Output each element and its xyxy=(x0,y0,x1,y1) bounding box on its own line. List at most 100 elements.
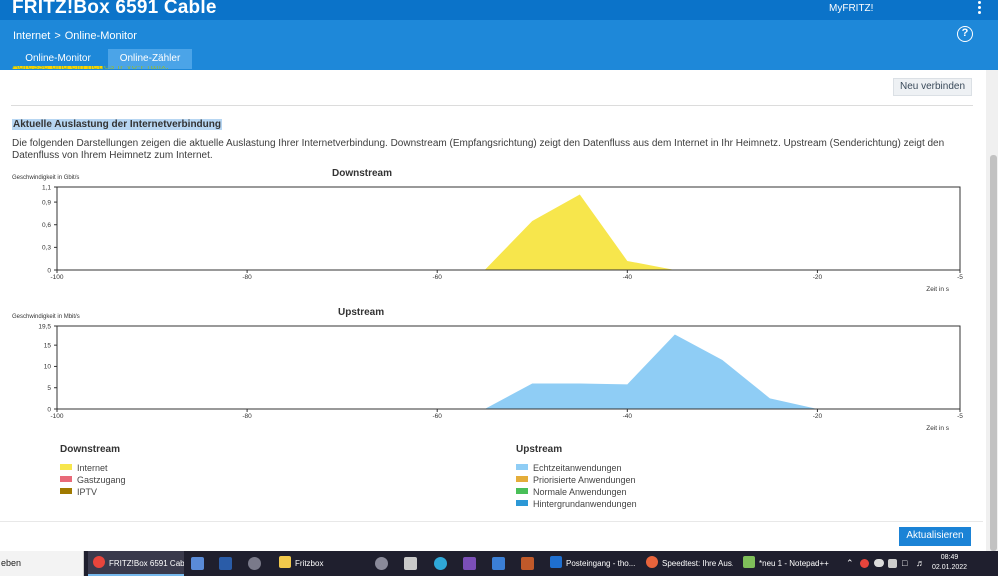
x-tick-label: -60 xyxy=(433,413,443,420)
legend-swatch xyxy=(60,464,72,470)
legend-label: Echtzeitanwendungen xyxy=(533,463,622,473)
section-title: Aktuelle Auslastung der Internetverbindu… xyxy=(12,119,222,130)
x-tick-label: -100 xyxy=(50,274,63,281)
legend-swatch xyxy=(516,476,528,482)
x-tick-label: -60 xyxy=(433,274,443,281)
more-menu-icon[interactable] xyxy=(976,1,982,15)
powershell-icon[interactable] xyxy=(219,557,232,570)
breadcrumb-internet[interactable]: Internet xyxy=(13,30,50,42)
legend-item: IPTV xyxy=(60,487,97,497)
cloud-icon[interactable] xyxy=(874,559,884,567)
taskbar-item-label: Fritzbox xyxy=(295,559,324,568)
clock-date: 02.01.2022 xyxy=(932,564,968,571)
legend-item: Gastzugang xyxy=(60,475,126,485)
x-tick-label: -20 xyxy=(813,274,823,281)
downstream-chart-title: Downstream xyxy=(332,168,393,179)
x-tick-label: -80 xyxy=(242,413,252,420)
x-tick-label: -40 xyxy=(623,274,633,281)
store-icon[interactable] xyxy=(492,557,505,570)
legend-item: Internet xyxy=(60,463,108,473)
y-tick-label: 0,6 xyxy=(42,222,51,229)
taskbar-item-firefox[interactable]: Speedtest: Ihre Aus... xyxy=(643,551,733,576)
legend-item: Priorisierte Anwendungen xyxy=(516,475,636,485)
product-name: FRITZ!Box 6591 Cable xyxy=(12,0,217,18)
x-tick-label: -40 xyxy=(623,413,633,420)
legend-swatch xyxy=(516,488,528,494)
x-tick-label: -5 xyxy=(957,413,963,420)
upstream-chart: 05101519,5-100 -80 -60 -40 -20 -5Zeit in s xyxy=(38,323,963,432)
y-tick-label: 15 xyxy=(44,342,52,349)
divider xyxy=(0,521,983,522)
divider xyxy=(11,105,973,106)
breadcrumb-separator-icon: > xyxy=(54,30,61,42)
legend-swatch xyxy=(60,488,72,494)
x-tick-label: -100 xyxy=(50,413,63,420)
x-tick-label: -80 xyxy=(242,274,252,281)
windows-taskbar: eben FRITZ!Box 6591 Cab... Fritzbox Post… xyxy=(0,551,998,576)
office-icon[interactable] xyxy=(521,557,534,570)
notepad-icon xyxy=(743,556,755,568)
chrome-icon xyxy=(93,556,105,568)
legend-item: Normale Anwendungen xyxy=(516,487,627,497)
legend-swatch xyxy=(516,464,528,470)
header-bar: FRITZ!Box 6591 Cable MyFRITZ! Internet > O… xyxy=(0,0,998,70)
x-tick-label: -5 xyxy=(957,274,963,281)
legend-label: Normale Anwendungen xyxy=(533,487,627,497)
y-tick-label: 0,9 xyxy=(42,199,51,206)
calculator-icon[interactable] xyxy=(191,557,204,570)
speaker-icon[interactable]: ♬ xyxy=(916,558,925,568)
y-tick-label: 1,1 xyxy=(42,184,51,191)
help-icon[interactable]: ? xyxy=(957,26,973,42)
scrollbar-thumb[interactable] xyxy=(990,155,997,551)
network-icon[interactable] xyxy=(248,557,261,570)
clipped-text: Adresse und ein neues IPv6-Präfix. xyxy=(12,66,169,71)
taskbar-item-label: FRITZ!Box 6591 Cab... xyxy=(109,559,184,568)
edge-icon[interactable] xyxy=(434,557,447,570)
legend-downstream-title: Downstream xyxy=(60,444,121,455)
media-icon[interactable] xyxy=(404,557,417,570)
legend-item: Echtzeitanwendungen xyxy=(516,463,622,473)
legend-label: Gastzugang xyxy=(77,475,126,485)
outlook-icon xyxy=(550,556,562,568)
network-tray-icon[interactable] xyxy=(888,559,897,568)
y-tick-label: 5 xyxy=(47,385,51,392)
taskbar-item-explorer[interactable]: Fritzbox xyxy=(276,551,362,576)
y-tick-label: 0,3 xyxy=(42,245,51,252)
y-tick-label: 19,5 xyxy=(38,323,51,330)
legend-label: Priorisierte Anwendungen xyxy=(533,475,636,485)
myfritz-link[interactable]: MyFRITZ! xyxy=(829,3,873,14)
taskbar-item-outlook[interactable]: Posteingang - tho... xyxy=(547,551,635,576)
section-description: Die folgenden Darstellungen zeigen die a… xyxy=(12,138,945,161)
tray-chevron-icon[interactable]: ⌃ xyxy=(846,558,854,569)
breadcrumb: Internet > Online-Monitor xyxy=(13,30,137,42)
taskbar-item-notepad[interactable]: *neu 1 - Notepad++ xyxy=(740,551,830,576)
navigation-bar: Internet > Online-Monitor ? Online-Monitor… xyxy=(0,20,998,70)
reconnect-button[interactable]: Neu verbinden xyxy=(893,78,972,96)
firefox-icon xyxy=(646,556,658,568)
x-axis-label: Zeit in s xyxy=(926,425,950,432)
downstream-chart: 00,30,60,91,1-100 -80 -60 -40 -20 -5Zeit in s xyxy=(42,184,963,293)
taskbar-item-browser[interactable]: FRITZ!Box 6591 Cab... xyxy=(88,551,184,576)
taskbar-item-label: *neu 1 - Notepad++ xyxy=(759,559,829,568)
taskbar-search-box[interactable]: eben xyxy=(0,551,84,576)
x-axis-label: Zeit in s xyxy=(926,286,950,293)
app-icon[interactable] xyxy=(375,557,388,570)
folder-icon xyxy=(279,556,291,568)
taskbar-item-label: Speedtest: Ihre Aus... xyxy=(662,559,733,568)
series-area-echtzeitanwendungen xyxy=(484,334,818,409)
x-tick-label: -20 xyxy=(813,413,823,420)
clock-time: 08:49 xyxy=(940,554,959,561)
legend-swatch xyxy=(516,500,528,506)
refresh-button[interactable]: Aktualisieren xyxy=(899,527,971,546)
upstream-chart-title: Upstream xyxy=(338,307,385,318)
tray-app-icon[interactable] xyxy=(860,559,869,568)
taskbar-clock[interactable]: 08:49 02.01.2022 xyxy=(932,553,967,573)
visual-studio-icon[interactable] xyxy=(463,557,476,570)
legend-swatch xyxy=(60,476,72,482)
legend-label: Internet xyxy=(77,463,108,473)
legend-item: Hintergrundanwendungen xyxy=(516,499,637,509)
volume-icon[interactable]: □ xyxy=(902,558,907,568)
legend-label: Hintergrundanwendungen xyxy=(533,499,637,509)
legend-upstream-title: Upstream xyxy=(516,444,563,455)
y-tick-label: 10 xyxy=(44,364,52,371)
